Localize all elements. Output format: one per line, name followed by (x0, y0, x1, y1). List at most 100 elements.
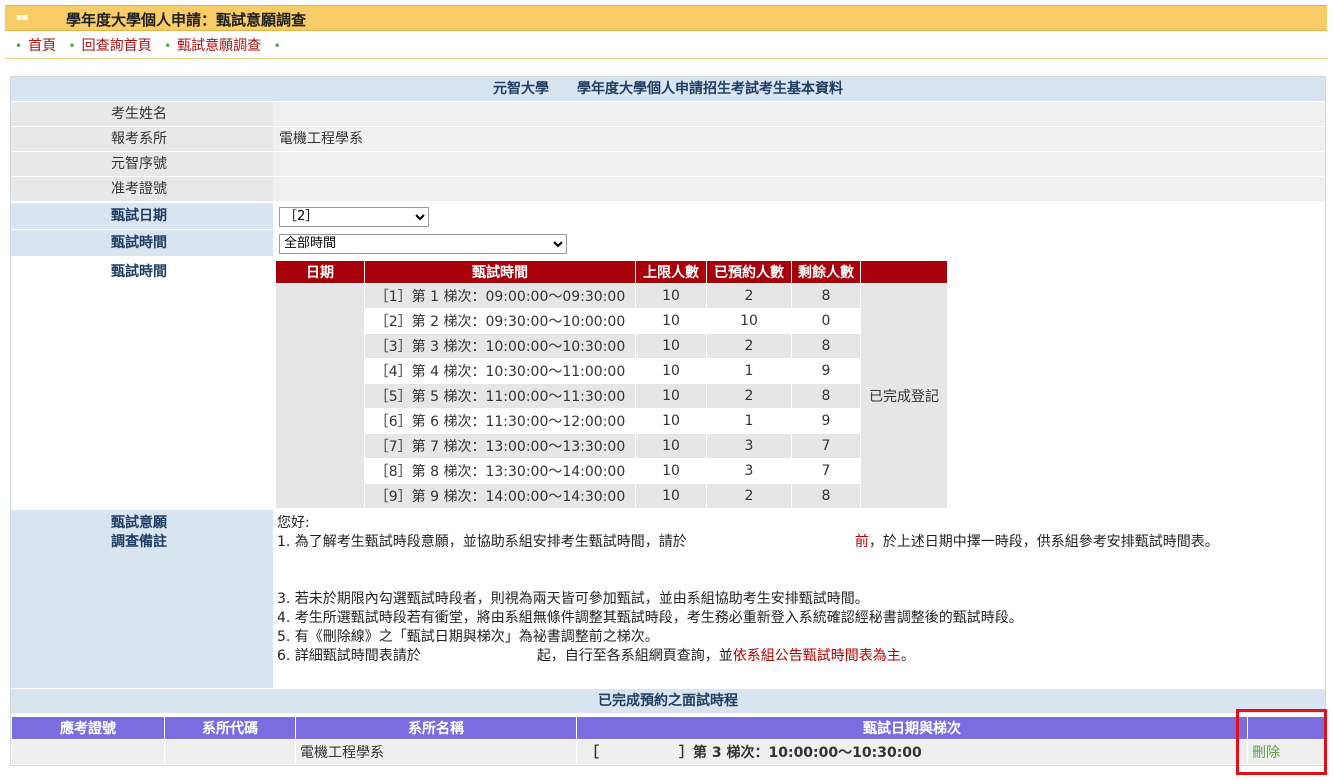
remain-cell: 8 (791, 283, 861, 309)
completed-table: 應考證號 系所代碼 系所名稱 甄試日期與梯次 電機工程學系 ［ ］第 3 梯次：1… (11, 716, 1327, 765)
table-row: ［1］第 1 梯次：09:00:00～09:30:00 10 2 8 已完成登記 (275, 283, 948, 509)
field-label: 考生姓名 (11, 102, 273, 126)
note-3: 3. 若未於期限內勾選甄試時段者，則視為兩天皆可參加甄試，並由系組協助考生安排甄… (277, 591, 869, 607)
time-select-row: 甄試時間 全部時間 (11, 229, 1325, 256)
slot-cell: ［9］第 9 梯次：14:00:00～14:30:00 (364, 483, 636, 509)
slot-cell: ［1］第 1 梯次：09:00:00～09:30:00 (364, 283, 636, 309)
schedule-label: 甄試時間 (11, 257, 273, 509)
col-header-remain: 剩餘人數 (791, 260, 861, 284)
booked-cell: 1 (706, 358, 792, 384)
field-row-dept: 報考系所 電機工程學系 (11, 126, 1325, 151)
basic-info-title: 元智大學 學年度大學個人申請招生考試考生基本資料 (11, 77, 1325, 101)
limit-cell: 10 (635, 433, 707, 459)
booked-cell: 3 (706, 458, 792, 484)
remain-cell: 9 (791, 408, 861, 434)
bullet-icon: • (15, 39, 23, 53)
limit-cell: 10 (635, 308, 707, 334)
slot-cell: ［3］第 3 梯次：10:00:00～10:30:00 (364, 333, 636, 359)
schedule-row: 甄試時間 日期 甄試時間 上限人數 已預約人數 剩餘人數 ［1］第 1 梯次：0… (11, 256, 1325, 509)
table-row: ［4］第 4 梯次：10:30:00～11:00:00 10 1 9 (276, 358, 948, 384)
interview-time-select[interactable]: 全部時間 (279, 233, 567, 254)
notes-row: 甄試意願 調查備註 您好: 1. 為了解考生甄試時段意願，並協助系組安排考生甄試… (11, 509, 1325, 688)
highlight-box (1236, 709, 1327, 775)
limit-cell: 10 (635, 483, 707, 509)
field-value-dept: 電機工程學系 (273, 127, 1325, 151)
col-header-exam-no: 應考證號 (11, 716, 165, 740)
col-header-limit: 上限人數 (635, 260, 707, 284)
note-1: 1. 為了解考生甄試時段意願，並協助系組安排考生甄試時間，請於 前，於上述日期中擇… (277, 534, 1219, 550)
date-select-row: 甄試日期 ［2］ (11, 202, 1325, 229)
col-header-dept-code: 系所代碼 (164, 716, 296, 740)
limit-cell: 10 (635, 333, 707, 359)
booked-cell: 1 (706, 408, 792, 434)
remain-cell: 9 (791, 358, 861, 384)
remain-cell: 8 (791, 333, 861, 359)
limit-cell: 10 (635, 458, 707, 484)
table-row: ［6］第 6 梯次：11:30:00～12:00:00 10 1 9 (276, 408, 948, 434)
booked-cell: 2 (706, 483, 792, 509)
booked-cell: 10 (706, 308, 792, 334)
interview-date-select[interactable]: ［2］ (279, 206, 429, 227)
slot-cell: ［ ］第 3 梯次：10:00:00～10:30:00 (576, 739, 1248, 765)
schedule-table: 日期 甄試時間 上限人數 已預約人數 剩餘人數 ［1］第 1 梯次：09:00:… (275, 260, 948, 509)
dept-code-cell (164, 739, 296, 765)
field-row-name: 考生姓名 (11, 101, 1325, 126)
col-header-slot: 甄試日期與梯次 (576, 716, 1248, 740)
table-row: ［7］第 7 梯次：13:00:00～13:30:00 10 3 7 (276, 433, 948, 459)
divider (5, 58, 1327, 59)
remain-cell: 7 (791, 433, 861, 459)
remain-cell: 8 (791, 483, 861, 509)
note-6: 6. 詳細甄試時間表請於 起，自行至各系組網頁查詢，並依系組公告甄試時間表為主。 (277, 648, 915, 664)
remain-cell: 7 (791, 458, 861, 484)
booked-cell: 2 (706, 283, 792, 309)
field-value-admission-no (273, 177, 1325, 201)
dept-name-cell: 電機工程學系 (295, 739, 577, 765)
table-row: 電機工程學系 ［ ］第 3 梯次：10:00:00～10:30:00 刪除 (11, 739, 1327, 765)
note-4: 4. 考生所選甄試時段若有衝堂，將由系組無條件調整其甄試時段，考生務必重新登入系… (277, 610, 1023, 626)
exam-no-cell (11, 739, 165, 765)
col-header-booked: 已預約人數 (706, 260, 792, 284)
bullet-icon: • (68, 39, 76, 53)
field-row-admission-no: 准考證號 (11, 176, 1325, 201)
booked-cell: 3 (706, 433, 792, 459)
slot-cell: ［7］第 7 梯次：13:00:00～13:30:00 (364, 433, 636, 459)
slot-cell: ［2］第 2 梯次：09:30:00～10:00:00 (364, 308, 636, 334)
main-panel: 元智大學 學年度大學個人申請招生考試考生基本資料 考生姓名 報考系所 電機工程學… (10, 76, 1327, 766)
slot-cell: ［8］第 8 梯次：13:30:00～14:00:00 (364, 458, 636, 484)
field-label: 准考證號 (11, 177, 273, 201)
col-header-time: 甄試時間 (364, 260, 636, 284)
field-row-serial: 元智序號 (11, 151, 1325, 176)
field-value-serial (273, 152, 1325, 176)
limit-cell: 10 (635, 358, 707, 384)
field-label: 元智序號 (11, 152, 273, 176)
slot-cell: ［5］第 5 梯次：11:00:00～11:30:00 (364, 383, 636, 409)
interview-date-label: 甄試日期 (11, 203, 273, 229)
slot-cell: ［4］第 4 梯次：10:30:00～11:00:00 (364, 358, 636, 384)
notes-label: 甄試意願 調查備註 (11, 510, 273, 688)
notes-greeting: 您好: (277, 515, 310, 531)
bullet-icon: • (273, 39, 281, 53)
limit-cell: 10 (635, 408, 707, 434)
table-row: ［2］第 2 梯次：09:30:00～10:00:00 10 10 0 (276, 308, 948, 334)
page-title-bar: ▪▪ 學年度大學個人申請：甄試意願調查 (5, 5, 1327, 31)
bullet-icon: • (164, 39, 172, 53)
table-row: ［8］第 8 梯次：13:30:00～14:00:00 10 3 7 (276, 458, 948, 484)
notes-content: 您好: 1. 為了解考生甄試時段意願，並協助系組安排考生甄試時間，請於 前，於上述… (277, 510, 1325, 666)
slot-cell: ［6］第 6 梯次：11:30:00～12:00:00 (364, 408, 636, 434)
breadcrumb-query-home-link[interactable]: 回查詢首頁 (82, 38, 152, 54)
breadcrumb-survey-link[interactable]: 甄試意願調查 (177, 38, 261, 54)
limit-cell: 10 (635, 283, 707, 309)
interview-time-label: 甄試時間 (11, 230, 273, 256)
table-row: ［9］第 9 梯次：14:00:00～14:30:00 10 2 8 (276, 483, 948, 509)
completed-title: 已完成預約之面試時程 (11, 689, 1325, 713)
limit-cell: 10 (635, 383, 707, 409)
note-5: 5. 有《刪除線》之「甄試日期與梯次」為祕書調整前之梯次。 (277, 629, 659, 645)
page-title: 學年度大學個人申請：甄試意願調查 (66, 11, 307, 29)
breadcrumb-home-link[interactable]: 首頁 (28, 38, 56, 54)
booked-cell: 2 (706, 383, 792, 409)
grid-dots-icon: ▪▪ (16, 12, 29, 23)
booked-cell: 2 (706, 333, 792, 359)
date-cell (275, 283, 365, 509)
col-header-date: 日期 (275, 260, 365, 284)
field-value-name (273, 102, 1325, 126)
